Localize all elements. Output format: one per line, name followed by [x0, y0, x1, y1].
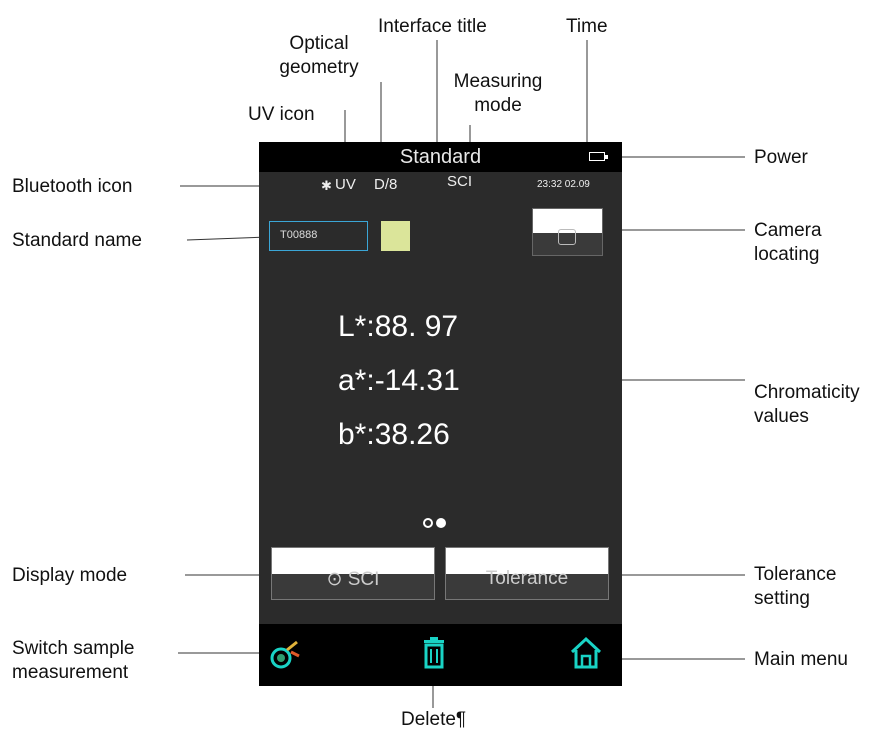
callout-optical-geometry-line1: Optical — [289, 33, 349, 54]
callout-display-mode: Display mode — [12, 565, 128, 586]
callout-measuring-mode-line2: mode — [474, 95, 522, 116]
callout-power: Power — [754, 147, 808, 168]
callout-uv-icon: UV icon — [248, 104, 315, 125]
tolerance-setting-button[interactable]: Tolerance — [445, 547, 609, 600]
callout-tolerance-setting: Tolerance setting — [754, 563, 836, 611]
callout-switch-sample: Switch sample measurement — [12, 637, 135, 685]
optical-geometry: D/8 — [374, 176, 398, 193]
standard-name-field[interactable]: T00888 — [269, 221, 368, 251]
a-value: a*:-14.31 — [338, 364, 460, 397]
callout-optical-geometry: Optical geometry — [279, 32, 359, 80]
callout-bluetooth-icon: Bluetooth icon — [12, 176, 133, 197]
callout-switch-sample-line2: measurement — [12, 662, 129, 683]
callout-time: Time — [566, 16, 608, 37]
callout-chromaticity-values-line2: values — [754, 406, 809, 427]
callout-measuring-mode-line1: Measuring — [453, 71, 543, 92]
page-indicator-dot[interactable] — [423, 518, 433, 528]
callout-standard-name: Standard name — [12, 230, 142, 251]
device-screen: Standard ✱ UV D/8 SCI 23:32 02.09 T00888… — [259, 142, 622, 686]
interface-title: Standard — [399, 146, 482, 168]
camera-locating-button[interactable] — [532, 208, 603, 256]
leader-standard-name — [186, 236, 269, 241]
l-value: L*:88. 97 — [338, 310, 459, 343]
home-icon[interactable] — [569, 636, 603, 670]
callout-chromaticity-values-line1: Chromaticity — [754, 382, 860, 403]
callout-camera-locating-line2: locating — [754, 244, 820, 265]
callout-chromaticity-values: Chromaticity values — [754, 381, 860, 429]
uv-indicator: UV — [335, 176, 356, 193]
title-bar: Standard — [259, 142, 622, 172]
status-bar: ✱ UV D/8 SCI 23:32 02.09 — [259, 173, 622, 194]
callout-camera-locating-line1: Camera — [754, 220, 822, 241]
bluetooth-icon: ✱ — [321, 178, 332, 193]
color-swatch — [381, 221, 410, 251]
battery-icon — [589, 152, 608, 161]
display-mode-button[interactable]: ⊙ SCI — [271, 547, 435, 600]
callout-measuring-mode: Measuring mode — [448, 70, 548, 118]
tolerance-label: Tolerance — [485, 568, 569, 589]
callout-main-menu: Main menu — [754, 649, 848, 670]
callout-delete: Delete¶ — [401, 709, 467, 730]
callout-optical-geometry-line2: geometry — [279, 57, 359, 78]
callout-switch-sample-line1: Switch sample — [12, 638, 135, 659]
callout-tolerance-setting-line2: setting — [754, 588, 810, 609]
trash-icon[interactable] — [421, 636, 447, 670]
switch-sample-icon[interactable] — [267, 638, 303, 672]
callout-interface-title: Interface title — [378, 16, 487, 37]
callout-tolerance-setting-line1: Tolerance — [754, 564, 837, 585]
clock: 23:32 02.09 — [537, 179, 590, 190]
measuring-mode: SCI — [447, 173, 473, 190]
bottom-bar — [259, 624, 622, 686]
display-mode-label: ⊙ SCI — [326, 569, 380, 590]
page-indicator-dot-active[interactable] — [436, 518, 446, 528]
callout-camera-locating: Camera locating — [754, 219, 822, 267]
b-value: b*:38.26 — [338, 418, 450, 451]
camera-icon — [558, 229, 576, 245]
